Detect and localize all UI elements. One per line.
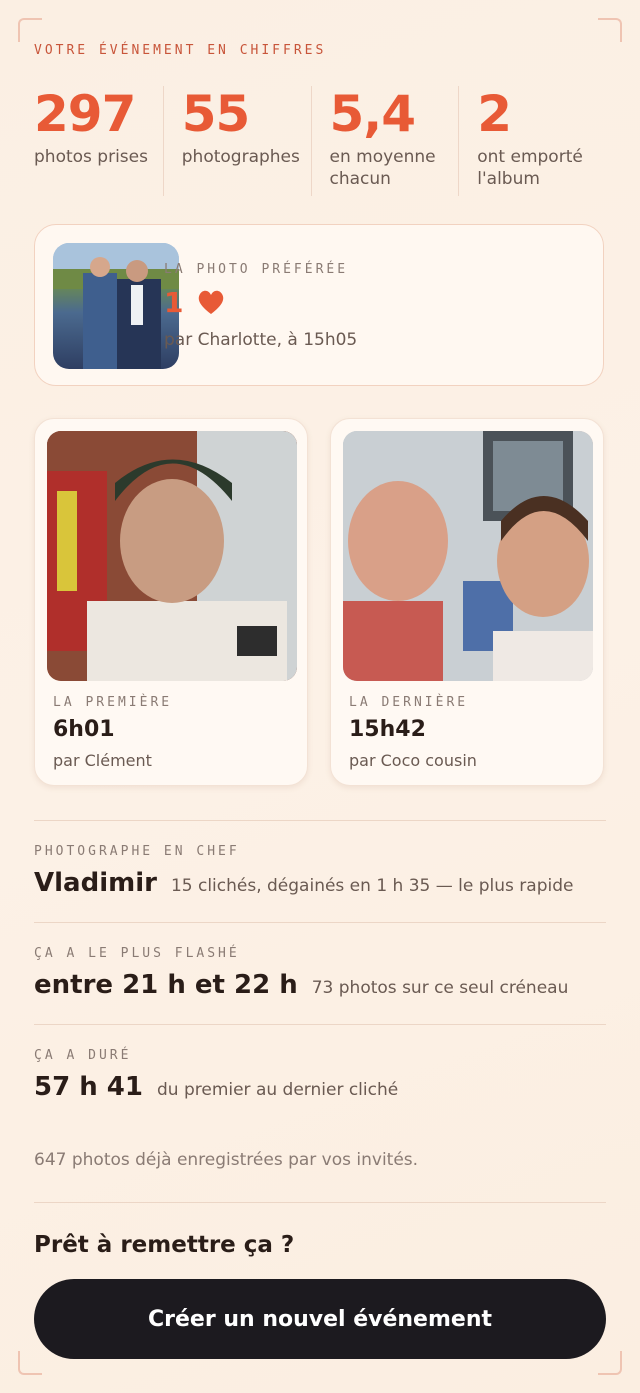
chief-row: Vladimir 15 clichés, dégainés en 1 h 35 … — [34, 868, 573, 898]
cta-title: Prêt à remettre ça ? — [34, 1232, 295, 1258]
total-photos-note: 647 photos déjà enregistrées par vos inv… — [34, 1150, 419, 1170]
last-photo-eyebrow: LA DERNIÈRE — [349, 695, 469, 710]
divider — [34, 1024, 606, 1025]
stat-average: 5,4 en moyenne chacun — [310, 85, 459, 196]
divider — [34, 922, 606, 923]
stat-photos: 297 photos prises — [34, 86, 163, 196]
peak-row: entre 21 h et 22 h 73 photos sur ce seul… — [34, 970, 568, 1000]
last-photo-image[interactable] — [343, 431, 593, 681]
first-photo-time: 6h01 — [53, 717, 115, 742]
favorite-count-value: 1 — [164, 286, 184, 319]
favorite-author: par Charlotte, à 15h05 — [164, 330, 358, 350]
duration-eyebrow: ÇA A DURÉ — [34, 1048, 132, 1063]
favorite-photo-thumbnail[interactable] — [53, 243, 179, 369]
duration-detail: du premier au dernier cliché — [156, 1080, 399, 1100]
divider — [34, 820, 606, 821]
corner-decoration-bottom-left — [18, 1351, 42, 1375]
favorite-eyebrow: LA PHOTO PRÉFÉRÉE — [164, 262, 349, 277]
first-photo-illustration — [47, 431, 297, 681]
corner-decoration-bottom-right — [598, 1351, 622, 1375]
peak-detail: 73 photos sur ce seul créneau — [311, 978, 569, 998]
stat-value: 5,4 — [329, 85, 417, 143]
divider — [34, 1202, 606, 1203]
corner-decoration-top-left — [18, 18, 42, 42]
favorite-photo-image — [53, 243, 179, 369]
stat-label: en moyenne chacun — [329, 147, 436, 189]
stat-value: 2 — [477, 85, 512, 143]
first-photo-eyebrow: LA PREMIÈRE — [53, 695, 173, 710]
chief-eyebrow: PHOTOGRAPHE EN CHEF — [34, 844, 240, 859]
first-photo-author: par Clément — [53, 751, 152, 770]
stat-label: photographes — [181, 147, 300, 167]
first-photo-image[interactable] — [47, 431, 297, 681]
create-event-button[interactable]: Créer un nouvel événement — [34, 1279, 606, 1359]
last-photo-card[interactable]: LA DERNIÈRE 15h42 par Coco cousin — [330, 418, 604, 786]
stat-label: photos prises — [34, 147, 148, 167]
peak-value: entre 21 h et 22 h — [34, 970, 298, 1000]
duration-row: 57 h 41 du premier au dernier cliché — [34, 1072, 398, 1102]
stats-row: 297 photos prises 55 photographes 5,4 en… — [34, 86, 606, 196]
heart-icon — [197, 289, 225, 322]
chief-detail: 15 clichés, dégainés en 1 h 35 — le plus… — [170, 876, 574, 896]
corner-decoration-top-right — [598, 18, 622, 42]
last-photo-author: par Coco cousin — [349, 751, 477, 770]
last-photo-time: 15h42 — [349, 717, 426, 742]
favorite-count: 1 — [164, 286, 225, 322]
stat-downloads: 2 ont emporté l'album — [458, 86, 606, 196]
stat-value: 297 — [34, 85, 136, 143]
section-eyebrow: VOTRE ÉVÉNEMENT EN CHIFFRES — [34, 43, 327, 58]
stat-photographers: 55 photographes — [162, 85, 311, 196]
first-photo-card[interactable]: LA PREMIÈRE 6h01 par Clément — [34, 418, 308, 786]
stat-label: ont emporté l'album — [477, 147, 583, 189]
last-photo-illustration — [343, 431, 593, 681]
chief-name: Vladimir — [34, 868, 157, 898]
stat-value: 55 — [181, 85, 251, 143]
favorite-photo-card[interactable] — [34, 224, 604, 386]
duration-value: 57 h 41 — [34, 1072, 143, 1102]
peak-eyebrow: ÇA A LE PLUS FLASHÉ — [34, 946, 240, 961]
